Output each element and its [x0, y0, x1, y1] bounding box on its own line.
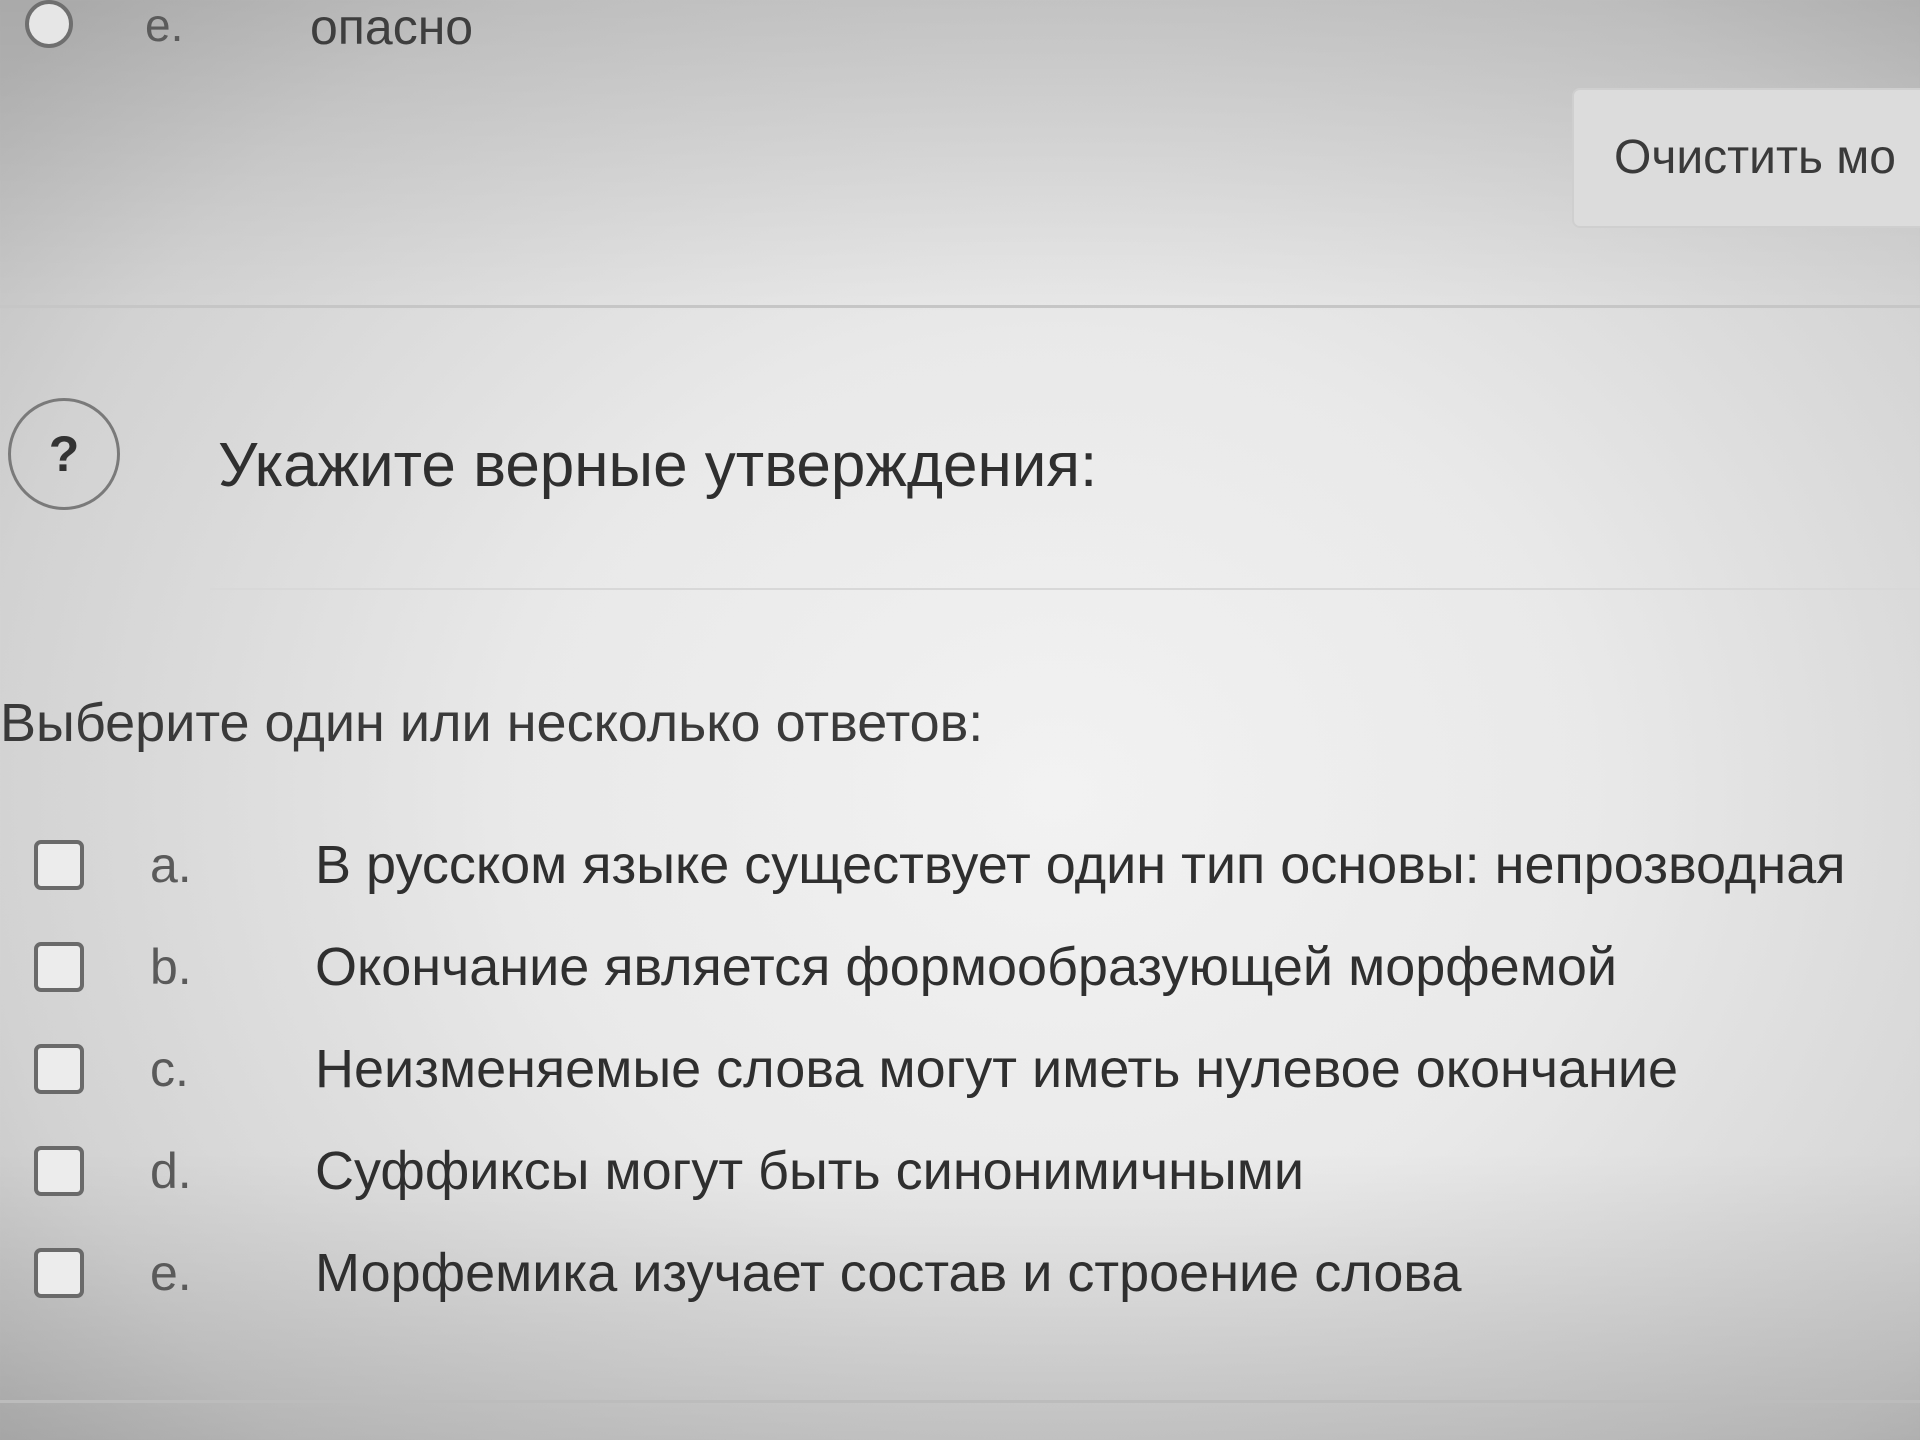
- answer-letter: d.: [150, 1143, 192, 1199]
- question-title: Укажите верные утверждения:: [218, 431, 1098, 500]
- answer-text: В русском языке существует один тип осно…: [315, 835, 1846, 895]
- clear-choice-button[interactable]: Очистить мо: [1572, 88, 1920, 228]
- answer-text: Неизменяемые слова могут иметь нулевое о…: [315, 1039, 1679, 1099]
- checkbox-icon[interactable]: [34, 1248, 84, 1298]
- radio-button-icon[interactable]: [25, 0, 73, 48]
- answer-text: Окончание является формообразующей морфе…: [315, 937, 1618, 997]
- previous-option-e[interactable]: e. опасно: [25, 0, 725, 60]
- question-divider: [0, 305, 1920, 308]
- answer-option-d[interactable]: d. Суффиксы могут быть синонимичными: [0, 1136, 1920, 1238]
- answer-option-e[interactable]: e. Морфемика изучает состав и строение с…: [0, 1238, 1920, 1340]
- option-text: опасно: [310, 0, 474, 55]
- answer-letter: e.: [150, 1245, 192, 1301]
- answer-prompt: Выберите один или несколько ответов:: [0, 693, 984, 753]
- question-mark-icon: ?: [8, 398, 120, 510]
- checkbox-icon[interactable]: [34, 1146, 84, 1196]
- answer-letter: b.: [150, 939, 192, 995]
- option-letter: e.: [145, 0, 184, 51]
- checkbox-icon[interactable]: [34, 1044, 84, 1094]
- checkbox-icon[interactable]: [34, 840, 84, 890]
- answer-list: a. В русском языке существует один тип о…: [0, 830, 1920, 1340]
- bottom-divider: [0, 1400, 1920, 1403]
- answer-letter: c.: [150, 1041, 189, 1097]
- answer-letter: a.: [150, 837, 192, 893]
- answer-option-c[interactable]: c. Неизменяемые слова могут иметь нулево…: [0, 1034, 1920, 1136]
- answer-option-a[interactable]: a. В русском языке существует один тип о…: [0, 830, 1920, 932]
- question-body-divider: [210, 588, 1920, 590]
- checkbox-icon[interactable]: [34, 942, 84, 992]
- answer-text: Суффиксы могут быть синонимичными: [315, 1141, 1305, 1201]
- answer-text: Морфемика изучает состав и строение слов…: [315, 1243, 1462, 1303]
- answer-option-b[interactable]: b. Окончание является формообразующей мо…: [0, 932, 1920, 1034]
